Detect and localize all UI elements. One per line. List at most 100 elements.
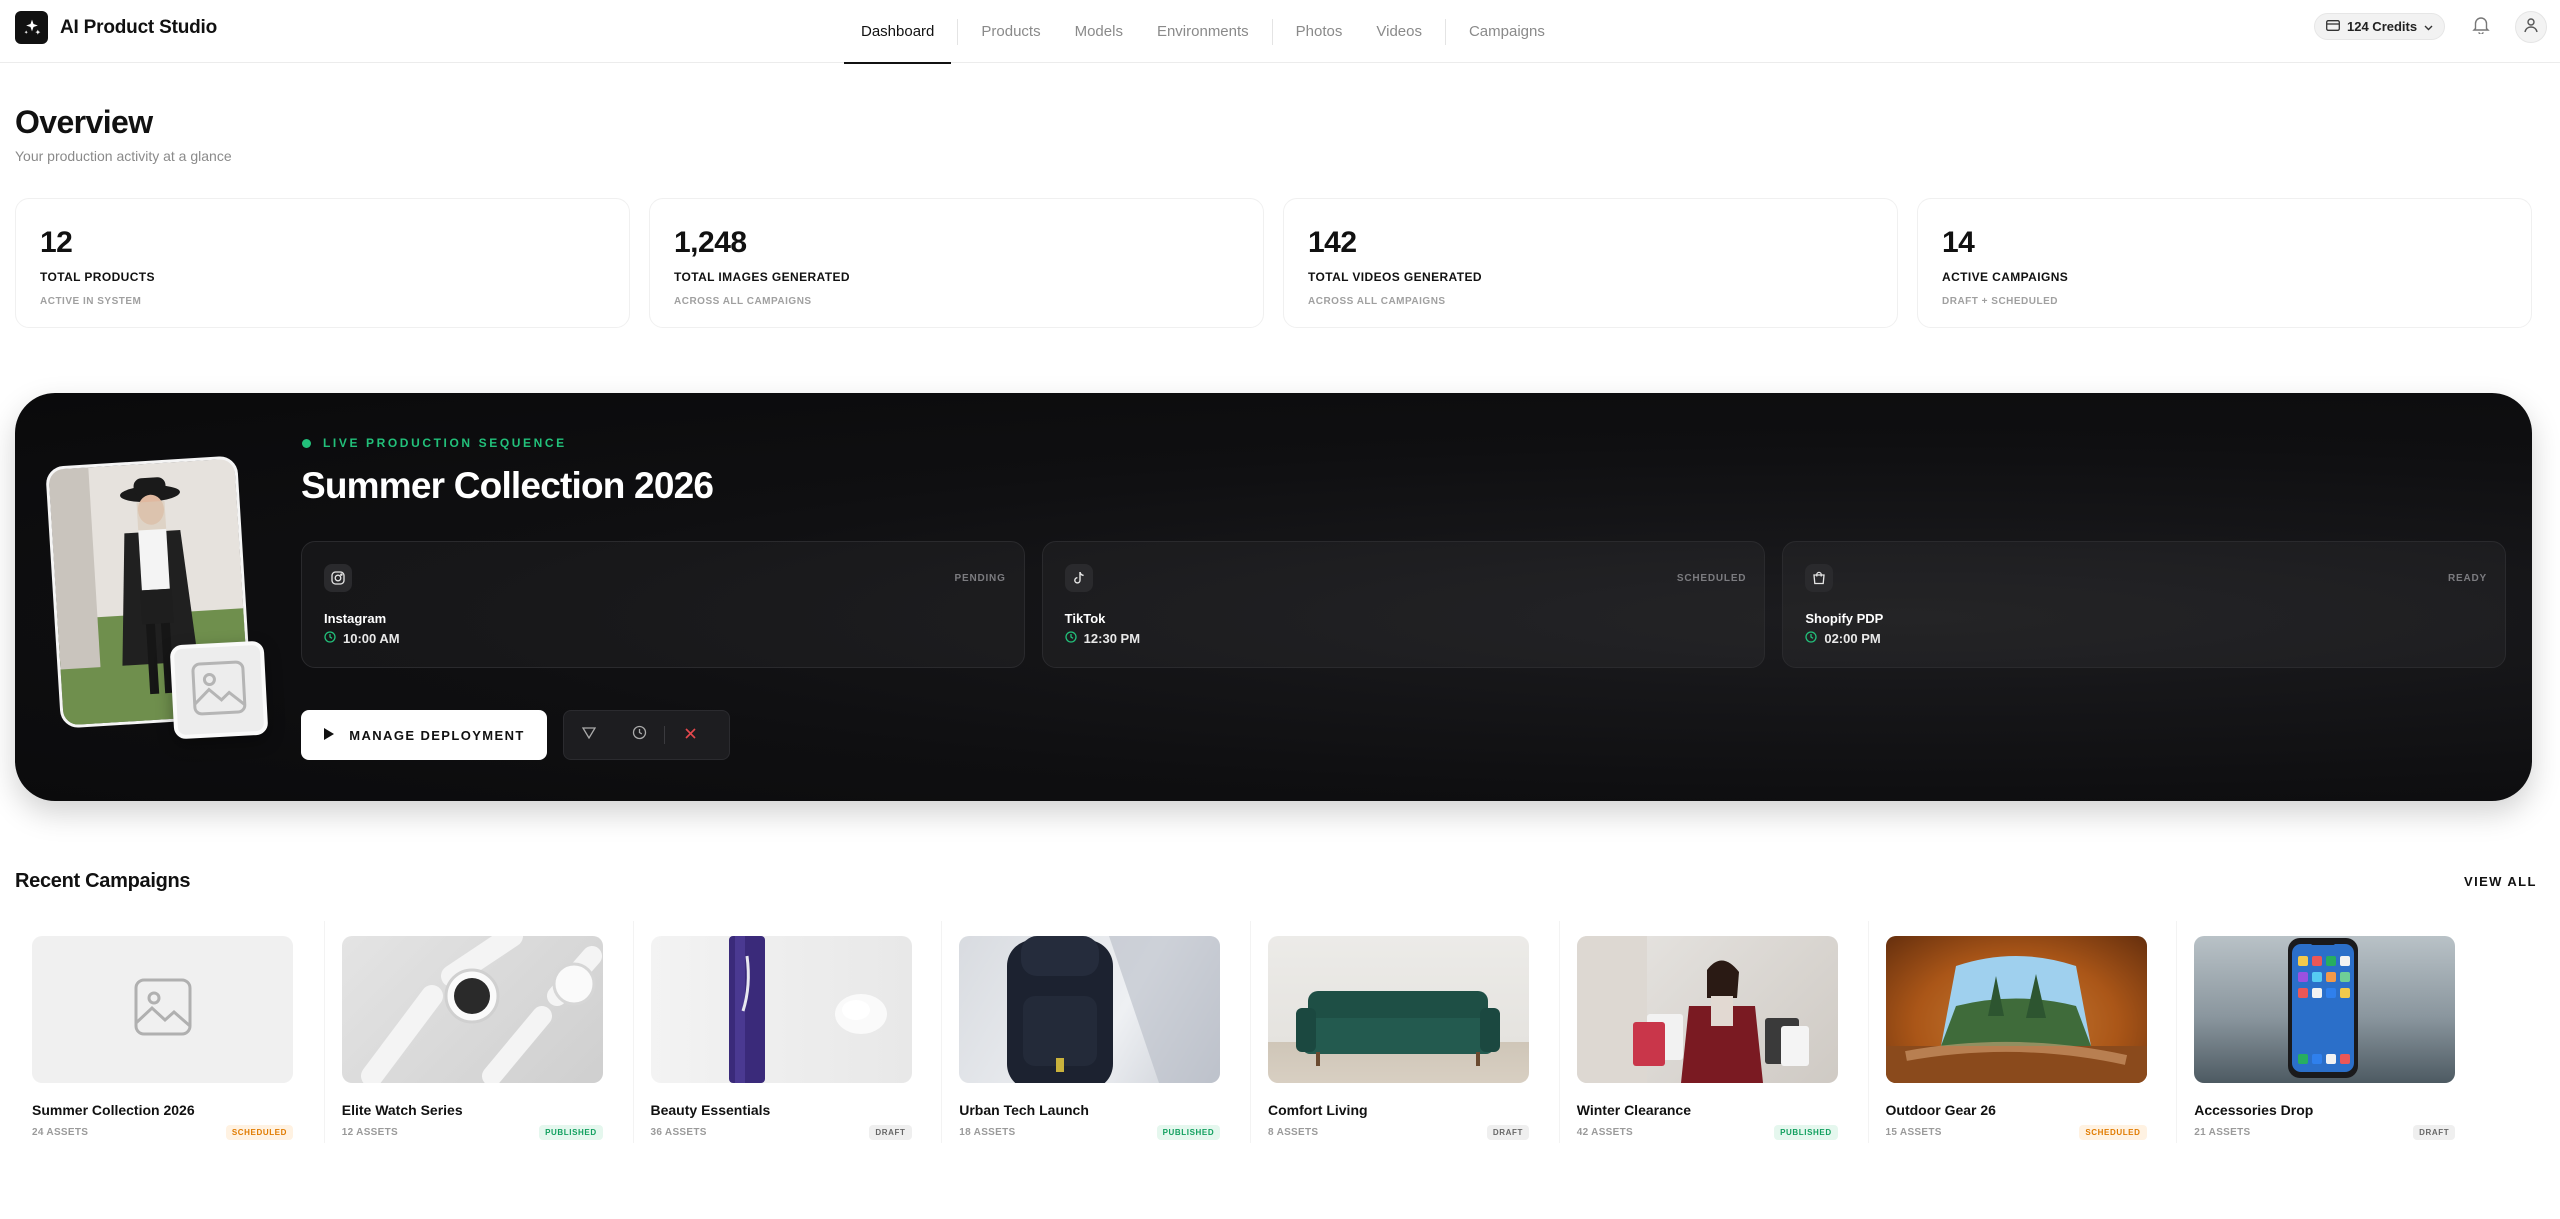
campaign-name: Beauty Essentials (650, 1102, 771, 1118)
campaign-card[interactable]: Elite Watch Series 12 ASSETS PUBLISHED (323, 921, 633, 1143)
clock-icon (324, 631, 336, 646)
filter-button[interactable] (564, 711, 614, 759)
image-placeholder-thumb (169, 640, 269, 740)
campaign-card[interactable]: Summer Collection 2026 24 ASSETS SCHEDUL… (15, 921, 324, 1143)
campaign-name: Urban Tech Launch (959, 1102, 1089, 1118)
campaign-asset-count: 18 ASSETS (959, 1127, 1016, 1138)
recent-campaigns-title: Recent Campaigns (15, 870, 191, 892)
campaign-name: Outdoor Gear 26 (1885, 1102, 1996, 1118)
stat-label: TOTAL VIDEOS GENERATED (1308, 270, 1482, 284)
stat-card-total-videos: 142 TOTAL VIDEOS GENERATED ACROSS ALL CA… (1283, 198, 1898, 328)
channel-time: 02:00 PM (1805, 631, 1881, 646)
schedule-button[interactable] (614, 711, 664, 759)
channel-card-tiktok[interactable]: SCHEDULED TikTok 12:30 PM (1041, 541, 1766, 668)
campaign-meta: 42 ASSETS PUBLISHED (1577, 1125, 1838, 1140)
cancel-deployment-button[interactable] (665, 711, 715, 759)
image-placeholder-icon (188, 657, 249, 723)
channel-card-shopify-pdp[interactable]: READY Shopify PDP 02:00 PM (1782, 541, 2507, 668)
nav-tab-photos[interactable]: Photos (1279, 0, 1360, 63)
campaign-meta: 12 ASSETS PUBLISHED (342, 1125, 603, 1140)
deployment-tools (563, 710, 730, 760)
status-badge: PUBLISHED (539, 1125, 603, 1140)
nav-divider (1444, 18, 1446, 45)
stat-note: ACROSS ALL CAMPAIGNS (1308, 296, 1446, 307)
campaign-meta: 18 ASSETS PUBLISHED (959, 1125, 1221, 1140)
campaign-thumbnail (32, 936, 293, 1083)
campaign-name: Elite Watch Series (341, 1102, 463, 1118)
user-avatar-button[interactable] (2515, 11, 2547, 43)
campaign-card[interactable]: Outdoor Gear 26 15 ASSETS SCHEDULED (1867, 921, 2177, 1143)
app-title: AI Product Studio (60, 16, 218, 38)
campaign-name: Summer Collection 2026 (32, 1102, 195, 1118)
credit-card-icon (2326, 19, 2340, 34)
play-icon (323, 727, 335, 744)
filter-icon (581, 726, 597, 744)
stat-card-total-images: 1,248 TOTAL IMAGES GENERATED ACROSS ALL … (649, 198, 1264, 328)
status-badge: SCHEDULED (225, 1125, 293, 1140)
page-subtitle: Your production activity at a glance (15, 148, 232, 164)
status-badge: PUBLISHED (1156, 1125, 1221, 1140)
manage-deployment-label: MANAGE DEPLOYMENT (349, 727, 525, 743)
channel-name: Instagram (324, 611, 387, 626)
campaign-card[interactable]: Accessories Drop 21 ASSETS DRAFT (2176, 921, 2485, 1143)
nav-tab-campaigns[interactable]: Campaigns (1452, 0, 1562, 63)
credits-dropdown[interactable]: 124 Credits (2314, 13, 2446, 40)
channel-time: 12:30 PM (1065, 631, 1140, 646)
campaign-asset-count: 15 ASSETS (1885, 1127, 1942, 1138)
campaign-card[interactable]: Winter Clearance 42 ASSETS PUBLISHED (1558, 921, 1868, 1143)
status-badge: SCHEDULED (2079, 1125, 2147, 1140)
nav-tab-videos[interactable]: Videos (1359, 0, 1439, 63)
status-badge: DRAFT (2413, 1125, 2456, 1140)
campaign-thumbnail (1576, 936, 1838, 1083)
campaign-card[interactable]: Urban Tech Launch 18 ASSETS PUBLISHED (941, 921, 1250, 1143)
channel-status: PENDING (954, 573, 1006, 584)
clock-icon (1065, 631, 1077, 646)
shopping-bag-icon (1805, 564, 1834, 592)
stat-card-total-products: 12 TOTAL PRODUCTS ACTIVE IN SYSTEM (15, 198, 630, 328)
credits-label: 124 Credits (2347, 19, 2418, 34)
campaign-card[interactable]: Comfort Living 8 ASSETS DRAFT (1250, 921, 1559, 1143)
stat-label: TOTAL PRODUCTS (40, 270, 155, 284)
campaign-asset-count: 36 ASSETS (650, 1127, 707, 1138)
campaign-thumbnail (341, 936, 603, 1083)
campaign-thumbnail (1885, 936, 2147, 1083)
image-placeholder-icon (132, 976, 194, 1043)
nav-divider (1271, 18, 1273, 45)
channel-status: SCHEDULED (1676, 573, 1747, 584)
stat-value: 14 (1942, 226, 1975, 259)
stat-note: ACROSS ALL CAMPAIGNS (674, 296, 812, 307)
manage-deployment-button[interactable]: MANAGE DEPLOYMENT (301, 710, 547, 760)
channel-card-instagram[interactable]: PENDING Instagram 10:00 AM (301, 541, 1025, 668)
channel-status: READY (2448, 573, 2488, 584)
instagram-icon (324, 564, 352, 592)
user-icon (2523, 17, 2539, 38)
campaign-name: Comfort Living (1268, 1102, 1368, 1118)
deployment-channels: PENDING Instagram 10:00 AM SCHEDULED Tik… (301, 541, 2507, 668)
campaign-meta: 8 ASSETS DRAFT (1268, 1125, 1529, 1140)
nav-tab-models[interactable]: Models (1058, 0, 1140, 63)
nav-tab-products[interactable]: Products (964, 0, 1057, 63)
live-tag-label: LIVE PRODUCTION SEQUENCE (323, 436, 567, 450)
live-production-panel: LIVE PRODUCTION SEQUENCE Summer Collecti… (15, 393, 2532, 801)
campaign-thumbnail (2194, 936, 2456, 1083)
nav-tab-dashboard[interactable]: Dashboard (844, 0, 952, 64)
notifications-button[interactable] (2468, 14, 2494, 40)
channel-time-label: 02:00 PM (1824, 631, 1881, 646)
clock-icon (1805, 631, 1817, 646)
sparkle-logo-icon (15, 11, 48, 44)
stats-row: 12 TOTAL PRODUCTS ACTIVE IN SYSTEM 1,248… (15, 198, 2532, 328)
live-indicator-dot (302, 438, 311, 448)
stat-label: TOTAL IMAGES GENERATED (674, 270, 850, 284)
stat-value: 142 (1308, 226, 1357, 259)
channel-time: 10:00 AM (324, 631, 400, 646)
campaign-name: Winter Clearance (1576, 1102, 1691, 1118)
campaign-card[interactable]: Beauty Essentials 36 ASSETS DRAFT (632, 921, 942, 1143)
campaign-thumbnail (959, 936, 1221, 1083)
nav-tab-environments[interactable]: Environments (1140, 0, 1266, 63)
view-all-link[interactable]: VIEW ALL (2464, 874, 2537, 889)
campaign-list: Summer Collection 2026 24 ASSETS SCHEDUL… (15, 921, 2485, 1143)
hero-campaign-title: Summer Collection 2026 (301, 465, 714, 506)
status-badge: DRAFT (1486, 1125, 1529, 1140)
brand[interactable]: AI Product Studio (15, 11, 217, 44)
campaign-asset-count: 8 ASSETS (1268, 1127, 1319, 1138)
